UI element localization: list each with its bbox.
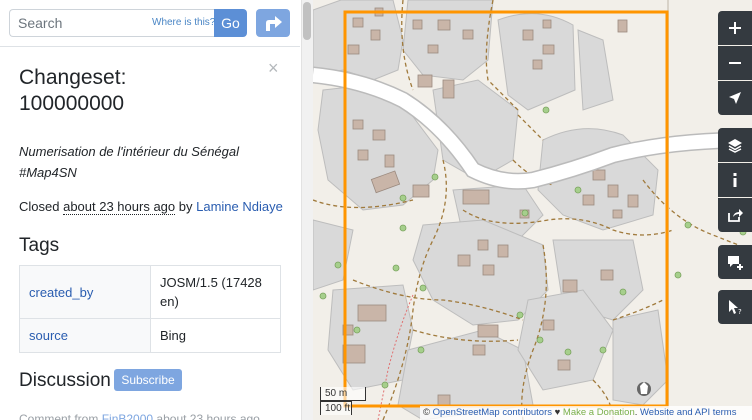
share-icon	[728, 209, 743, 222]
table-row: source Bing	[19, 318, 281, 353]
sidebar: Where is this? Go × Changeset: 100000000…	[0, 0, 300, 420]
comment-line-1: Numerisation de l'intérieur du Sénégal	[19, 144, 239, 159]
directions-button[interactable]	[256, 9, 290, 37]
sidebar-scrollbar[interactable]	[301, 0, 313, 420]
layers-button[interactable]	[718, 128, 752, 162]
map-tiles	[313, 0, 752, 420]
tag-key[interactable]: source	[19, 318, 151, 353]
comment-preview: Comment from FinB2000 about 23 hours ago	[19, 412, 260, 420]
scale-metric: 50 m	[320, 387, 366, 401]
title-line-1: Changeset:	[19, 66, 127, 89]
closed-prefix: Closed	[19, 199, 60, 214]
map-key-button[interactable]	[718, 163, 752, 197]
where-is-this-link[interactable]: Where is this?	[152, 17, 215, 28]
geolocate-button[interactable]	[718, 81, 752, 115]
location-arrow-icon	[729, 92, 741, 104]
zoom-out-button[interactable]	[718, 46, 752, 80]
share-button[interactable]	[718, 198, 752, 232]
closed-time: about 23 hours ago	[63, 199, 176, 215]
osm-contributors-link[interactable]: OpenStreetMap contributors	[433, 407, 552, 418]
donate-link[interactable]: Make a Donation	[563, 407, 635, 418]
tag-key[interactable]: created_by	[19, 265, 151, 319]
tags-heading: Tags	[19, 235, 60, 256]
title-line-2: 100000000	[19, 92, 125, 115]
info-icon	[733, 173, 737, 187]
closed-info: Closed about 23 hours ago by Lamine Ndia…	[19, 199, 283, 215]
attribution-copyright: ©	[423, 407, 430, 418]
plus-icon	[729, 22, 741, 34]
go-button[interactable]: Go	[214, 9, 247, 37]
map-attribution: © OpenStreetMap contributors ♥ Make a Do…	[420, 406, 752, 420]
svg-text:?: ?	[738, 308, 742, 315]
comment-line-2: #Map4SN	[19, 165, 77, 180]
query-features-button[interactable]: ?	[718, 290, 752, 324]
directions-icon	[266, 16, 282, 31]
close-icon[interactable]: ×	[268, 58, 279, 79]
user-link[interactable]: Lamine Ndiaye	[196, 199, 283, 214]
poi-marker-icon	[637, 382, 651, 396]
page-title: Changeset: 100000000	[19, 65, 259, 117]
comment-preview-time: about 23 hours ago	[156, 412, 260, 420]
heart-icon: ♥	[554, 407, 561, 418]
attribution-separator: .	[634, 407, 638, 418]
comment-preview-prefix: Comment from	[19, 412, 99, 420]
tag-value: JOSM/1.5 (17428 en)	[150, 265, 281, 319]
minus-icon	[729, 62, 741, 64]
sidebar-divider	[0, 46, 300, 47]
query-cursor-icon: ?	[729, 300, 742, 315]
changeset-comment: Numerisation de l'intérieur du Sénégal #…	[19, 141, 279, 183]
search-bar: Where is this? Go	[9, 9, 247, 37]
note-add-icon	[728, 256, 743, 270]
subscribe-button[interactable]: Subscribe	[114, 369, 182, 391]
tag-value: Bing	[150, 318, 281, 353]
discussion-heading: Discussion	[19, 370, 111, 391]
sidebar-scrollbar-thumb[interactable]	[303, 2, 311, 40]
table-row: created_by JOSM/1.5 (17428 en)	[19, 265, 281, 319]
tags-table: created_by JOSM/1.5 (17428 en) source Bi…	[19, 265, 281, 353]
comment-user-link[interactable]: FinB2000	[102, 412, 153, 420]
map-canvas[interactable]	[313, 0, 752, 420]
layers-icon	[728, 139, 742, 153]
scale-imperial: 100 ft	[320, 401, 352, 415]
closed-by-label: by	[178, 199, 193, 214]
zoom-in-button[interactable]	[718, 11, 752, 45]
terms-link[interactable]: Website and API terms	[640, 407, 736, 418]
add-note-button[interactable]	[718, 245, 752, 279]
